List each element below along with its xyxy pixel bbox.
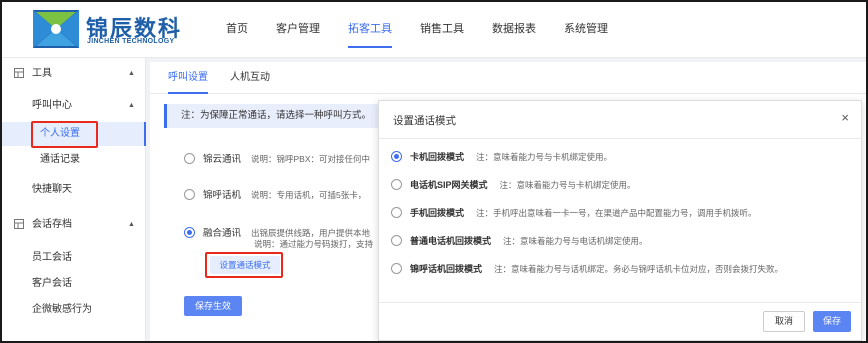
mode-option-sip-gateway[interactable]: 电话机SIP网关模式 注：意味着能力号与卡机绑定使用。 [391,177,636,193]
mode-option-card-callback[interactable]: 卡机回拨模式 注：意味着能力号与卡机绑定使用。 [391,149,612,165]
option-desc: 说明：专用话机，可插5张卡， [251,190,367,200]
radio-button[interactable] [391,207,402,218]
sidebar-subgroup-label: 呼叫中心 [32,100,72,111]
save-effective-button[interactable]: 保存生效 [184,296,242,316]
sidebar-item-label: 员工会话 [32,252,72,263]
sidebar-group-label: 工具 [32,68,52,79]
tab-bar: 呼叫设置 人机互动 [150,62,866,94]
option-jinhu-phone[interactable]: 锦呼话机 说明：专用话机，可插5张卡， [184,186,366,204]
nav-system-management[interactable]: 系统管理 [550,2,622,58]
highlight-box-personal-settings [31,121,98,148]
close-icon[interactable]: × [841,110,849,125]
option-desc-line2: 说明：通过能力号码拨打，支持 [254,239,374,249]
radio-button-checked[interactable] [391,151,402,162]
mode-desc: 注：意味着能力号与卡机绑定使用。 [499,180,636,190]
sidebar: 工具 ▲ 呼叫中心 ▲ 个人设置 通话记录 快捷聊天 会话存档 ▲ 员工会话 客… [2,58,146,341]
mode-option-landline-callback[interactable]: 普通电话机回拨模式 注：意味着能力号与电话机绑定使用。 [391,233,648,249]
mode-name: 手机回拨模式 [410,208,465,218]
dialog-title: 设置通话模式 [393,115,456,127]
logo-mark-icon [33,10,79,48]
sidebar-item-customer-chat[interactable]: 客户会话 [2,272,146,296]
radio-button[interactable] [391,263,402,274]
mode-desc: 注：意味着能力号与电话机绑定使用。 [503,236,648,246]
option-jinyun[interactable]: 锦云通讯 说明：锦呼PBX：可对接任何中 [184,150,370,168]
option-name: 锦呼话机 [203,190,242,201]
option-desc: 出锦辰提供线路，用户提供本地 [251,228,371,238]
mode-option-mobile-callback[interactable]: 手机回拨模式 注：手机呼出意味着一卡一号，在渠道产品中配置能力号，调用手机拨听。 [391,205,757,221]
mode-name: 卡机回拨模式 [410,152,465,162]
sidebar-group-tools[interactable]: 工具 ▲ [2,62,146,86]
main-nav: 首页 客户管理 拓客工具 销售工具 数据报表 系统管理 [212,2,622,58]
radio-button[interactable] [391,179,402,190]
save-button[interactable]: 保存 [813,311,851,332]
mode-name: 锦呼话机回拨模式 [410,264,483,274]
option-name: 融合通讯 [203,228,242,239]
logo: 锦辰数科 JINCHEN TECHNOLOGY [32,8,192,50]
top-header: 锦辰数科 JINCHEN TECHNOLOGY 首页 客户管理 拓客工具 销售工… [2,2,866,58]
caret-up-icon: ▲ [128,70,135,77]
mode-name: 电话机SIP网关模式 [410,180,488,190]
mode-option-jinhu-callback[interactable]: 锦呼话机回拨模式 注：意味着能力号与话机绑定。务必与锦呼话机卡位对应，否则会拨打失… [391,261,783,277]
mode-desc: 注：手机呼出意味着一卡一号，在渠道产品中配置能力号，调用手机拨听。 [476,208,757,218]
nav-sales-tools[interactable]: 销售工具 [406,2,478,58]
nav-data-reports[interactable]: 数据报表 [478,2,550,58]
app-window: 锦辰数科 JINCHEN TECHNOLOGY 首页 客户管理 拓客工具 销售工… [0,0,868,343]
sidebar-item-label: 快捷聊天 [32,184,72,195]
brand-name-en: JINCHEN TECHNOLOGY [87,38,175,45]
caret-up-icon: ▲ [128,102,135,109]
nav-home[interactable]: 首页 [212,2,262,58]
option-name: 锦云通讯 [203,154,242,165]
sidebar-item-sensitive-behavior[interactable]: 企微敏感行为 [2,298,146,322]
tool-icon [14,68,24,78]
sidebar-item-call-records[interactable]: 通话记录 [2,148,146,172]
tab-human-machine[interactable]: 人机互动 [230,62,270,94]
cancel-button[interactable]: 取消 [763,311,805,332]
dialog-footer: 取消 保存 [379,302,861,340]
radio-button[interactable] [391,235,402,246]
sidebar-item-quick-chat[interactable]: 快捷聊天 [2,178,146,202]
option-desc: 说明：锦呼PBX：可对接任何中 [251,154,371,164]
archive-icon [14,219,24,229]
call-mode-dialog: 设置通话模式 × 卡机回拨模式 注：意味着能力号与卡机绑定使用。 电话机SIP网关… [378,100,862,341]
sidebar-subgroup-call-center[interactable]: 呼叫中心 ▲ [2,94,146,118]
radio-button-checked[interactable] [184,227,195,238]
mode-desc: 注：意味着能力号与话机绑定。务必与锦呼话机卡位对应，否则会拨打失败。 [494,264,784,274]
sidebar-group-chat-archive[interactable]: 会话存档 ▲ [2,213,146,237]
sidebar-item-label: 通话记录 [40,154,80,165]
radio-button[interactable] [184,189,195,200]
sidebar-item-employee-chat[interactable]: 员工会话 [2,246,146,270]
tab-call-settings[interactable]: 呼叫设置 [168,62,208,94]
nav-customer-management[interactable]: 客户管理 [262,2,334,58]
highlight-box-set-mode [205,252,283,278]
mode-name: 普通电话机回拨模式 [410,236,492,246]
radio-button[interactable] [184,153,195,164]
sidebar-item-label: 企微敏感行为 [32,304,92,315]
dialog-header: 设置通话模式 × [379,101,861,139]
sidebar-item-label: 客户会话 [32,278,72,289]
nav-prospecting-tools[interactable]: 拓客工具 [334,2,406,58]
sidebar-group-label: 会话存档 [32,219,72,230]
caret-up-icon: ▲ [128,221,135,228]
mode-desc: 注：意味着能力号与卡机绑定使用。 [476,152,613,162]
